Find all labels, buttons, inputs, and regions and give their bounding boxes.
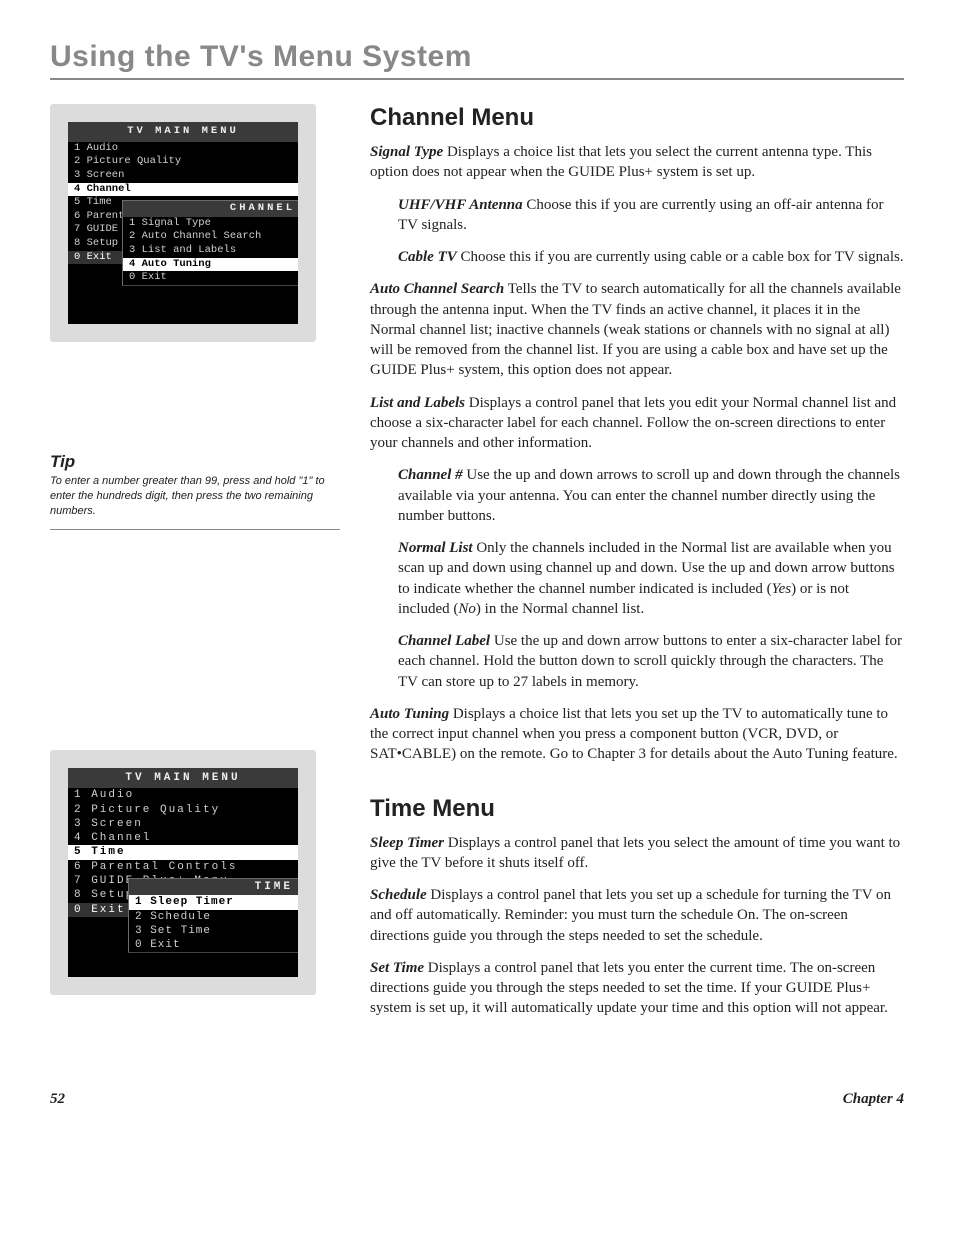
menu-title: TV MAIN MENU [68,122,298,142]
submenu-item: 0 Exit [129,938,301,952]
menu-item-selected: 4 Channel [68,183,298,197]
tip-block: Tip To enter a number greater than 99, p… [50,452,340,530]
signal-type-para: Signal Type Displays a choice list that … [370,142,904,183]
menu-item: 2 Picture Quality [68,155,298,169]
term-uhf: UHF/VHF Antenna [398,197,523,213]
channel-num-para: Channel # Use the up and down arrows to … [398,465,904,526]
term-cable: Cable TV [398,249,457,265]
yes-italic: Yes [772,581,791,597]
body-text: Use the up and down arrows to scroll up … [398,467,900,524]
no-italic: No [458,601,476,617]
submenu-item: 2 Schedule [129,910,301,924]
term-signal-type: Signal Type [370,144,443,160]
submenu-channel: CHANNEL 1 Signal Type 2 Auto Channel Sea… [122,200,304,286]
menu-item: 3 Screen [68,817,298,831]
submenu-item-selected: 1 Sleep Timer [129,895,301,909]
submenu-item: 0 Exit [123,271,303,285]
submenu-time: TIME 1 Sleep Timer 2 Schedule 3 Set Time… [128,878,302,953]
term-sleep-timer: Sleep Timer [370,835,444,851]
tip-body: To enter a number greater than 99, press… [50,474,340,519]
menu-item: 1 Audio [68,788,298,802]
submenu-item: 2 Auto Channel Search [123,230,303,244]
normal-list-para: Normal List Only the channels included i… [398,538,904,619]
menu-item: 6 Parental Controls [68,860,298,874]
body-text: ) in the Normal channel list. [476,601,644,617]
menu-item-selected: 5 Time [68,845,298,859]
page-footer: 52 Chapter 4 [50,1091,904,1108]
auto-search-para: Auto Channel Search Tells the TV to sear… [370,279,904,380]
body-text: Displays a control panel that lets you s… [370,887,891,944]
menu-item: 3 Screen [68,169,298,183]
submenu-item: 3 List and Labels [123,244,303,258]
channel-menu-heading: Channel Menu [370,104,904,132]
submenu-item: 3 Set Time [129,924,301,938]
body-text: Displays a choice list that lets you sel… [370,144,872,180]
uhf-para: UHF/VHF Antenna Choose this if you are c… [398,195,904,236]
menu-title: TV MAIN MENU [68,768,298,788]
tv-main-menu-channel: TV MAIN MENU 1 Audio 2 Picture Quality 3… [50,104,316,342]
submenu-item-selected: 4 Auto Tuning [123,258,303,272]
body-text: Displays a control panel that lets you s… [370,835,900,871]
page-title: Using the TV's Menu System [50,40,904,80]
body-text: Displays a choice list that lets you set… [370,706,898,763]
chapter-label: Chapter 4 [843,1091,904,1108]
submenu-title: TIME [129,879,301,895]
time-menu-heading: Time Menu [370,795,904,823]
menu-item: 1 Audio [68,142,298,156]
term-channel-label: Channel Label [398,633,490,649]
term-schedule: Schedule [370,887,427,903]
sleep-timer-para: Sleep Timer Displays a control panel tha… [370,833,904,874]
channel-label-para: Channel Label Use the up and down arrow … [398,631,904,692]
body-text: Displays a control panel that lets you e… [370,960,888,1017]
schedule-para: Schedule Displays a control panel that l… [370,885,904,946]
cable-para: Cable TV Choose this if you are currentl… [398,247,904,267]
term-auto-tuning: Auto Tuning [370,706,449,722]
set-time-para: Set Time Displays a control panel that l… [370,958,904,1019]
term-auto-channel-search: Auto Channel Search [370,281,504,297]
menu-item: 2 Picture Quality [68,803,298,817]
term-normal-list: Normal List [398,540,473,556]
auto-tuning-para: Auto Tuning Displays a choice list that … [370,704,904,765]
body-text: Choose this if you are currently using c… [457,249,904,265]
tip-heading: Tip [50,452,340,472]
submenu-title: CHANNEL [123,201,303,217]
submenu-item: 1 Signal Type [123,217,303,231]
list-labels-para: List and Labels Displays a control panel… [370,393,904,454]
term-set-time: Set Time [370,960,424,976]
tv-main-menu-time: TV MAIN MENU 1 Audio 2 Picture Quality 3… [50,750,316,995]
menu-item: 4 Channel [68,831,298,845]
term-channel-number: Channel # [398,467,463,483]
term-list-labels: List and Labels [370,395,465,411]
page-number: 52 [50,1091,65,1108]
